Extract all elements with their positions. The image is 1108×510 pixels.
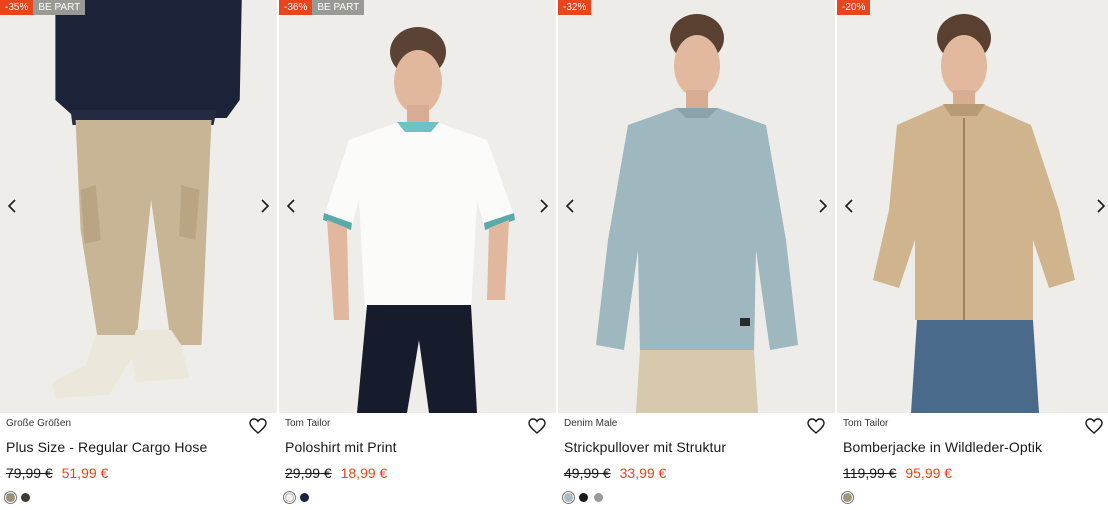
chevron-right-icon[interactable]	[814, 196, 832, 216]
brand-name: Denim Male	[564, 418, 618, 429]
chevron-right-icon[interactable]	[535, 196, 553, 216]
brand-name: Große Größen	[6, 418, 72, 429]
product-info: Denim Male Strickpullover mit Struktur 4…	[558, 413, 835, 510]
product-image[interactable]: -35% BE PART	[0, 0, 277, 413]
brand-name: Tom Tailor	[843, 418, 889, 429]
product-photo	[0, 0, 277, 413]
badge-group: -20%	[837, 0, 871, 15]
heart-icon[interactable]	[528, 418, 546, 434]
chevron-right-icon[interactable]	[1092, 196, 1108, 216]
product-photo	[279, 0, 556, 413]
color-swatches	[283, 491, 550, 504]
color-swatch[interactable]	[579, 493, 588, 502]
badge-group: -35% BE PART	[0, 0, 86, 15]
discount-badge: -36%	[279, 0, 313, 15]
chevron-left-icon[interactable]	[3, 196, 21, 216]
chevron-left-icon[interactable]	[840, 196, 858, 216]
brand-name: Tom Tailor	[285, 418, 331, 429]
color-swatch[interactable]	[562, 491, 575, 504]
color-swatches	[562, 491, 829, 504]
discount-badge: -35%	[0, 0, 34, 15]
product-image[interactable]: -20%	[837, 0, 1108, 413]
color-swatch[interactable]	[594, 493, 603, 502]
color-swatch[interactable]	[283, 491, 296, 504]
sale-price: 95,99 €	[905, 465, 953, 481]
product-name[interactable]: Poloshirt mit Print	[285, 438, 550, 456]
price-row: 79,99 € 51,99 €	[6, 465, 271, 481]
chevron-left-icon[interactable]	[561, 196, 579, 216]
badge-group: -36% BE PART	[279, 0, 365, 15]
old-price: 29,99 €	[285, 465, 332, 481]
product-card[interactable]: -35% BE PART Große Größen Plus Size - Re…	[0, 0, 277, 510]
heart-icon[interactable]	[249, 418, 267, 434]
sale-price: 33,99 €	[619, 465, 667, 481]
heart-icon[interactable]	[1085, 418, 1103, 434]
sale-price: 51,99 €	[61, 465, 109, 481]
price-row: 29,99 € 18,99 €	[285, 465, 550, 481]
product-card[interactable]: -20% Tom Tailor Bomberjacke in Wildleder…	[837, 0, 1108, 510]
color-swatch[interactable]	[841, 491, 854, 504]
product-card[interactable]: -36% BE PART Tom Tailor Poloshirt mit Pr…	[279, 0, 556, 510]
be-part-badge: BE PART	[312, 0, 365, 15]
old-price: 79,99 €	[6, 465, 53, 481]
color-swatches	[841, 491, 1107, 504]
heart-icon[interactable]	[807, 418, 825, 434]
product-name[interactable]: Plus Size - Regular Cargo Hose	[6, 438, 271, 456]
old-price: 119,99 €	[843, 465, 897, 481]
product-name[interactable]: Bomberjacke in Wildleder-Optik	[843, 438, 1107, 456]
color-swatch[interactable]	[4, 491, 17, 504]
product-image[interactable]: -36% BE PART	[279, 0, 556, 413]
be-part-badge: BE PART	[33, 0, 86, 15]
product-info: Tom Tailor Bomberjacke in Wildleder-Opti…	[837, 413, 1108, 510]
product-name[interactable]: Strickpullover mit Struktur	[564, 438, 829, 456]
color-swatch[interactable]	[300, 493, 309, 502]
product-photo	[558, 0, 835, 413]
color-swatches	[4, 491, 271, 504]
product-info: Tom Tailor Poloshirt mit Print 29,99 € 1…	[279, 413, 556, 510]
price-row: 49,99 € 33,99 €	[564, 465, 829, 481]
price-row: 119,99 € 95,99 €	[843, 465, 1107, 481]
badge-group: -32%	[558, 0, 592, 15]
product-image[interactable]: -32%	[558, 0, 835, 413]
chevron-left-icon[interactable]	[282, 196, 300, 216]
discount-badge: -20%	[837, 0, 871, 15]
product-card[interactable]: -32% Denim Male Strickpullover mit Struk…	[558, 0, 835, 510]
product-photo	[837, 0, 1108, 413]
product-info: Große Größen Plus Size - Regular Cargo H…	[0, 413, 277, 510]
sale-price: 18,99 €	[340, 465, 388, 481]
discount-badge: -32%	[558, 0, 592, 15]
chevron-right-icon[interactable]	[256, 196, 274, 216]
color-swatch[interactable]	[21, 493, 30, 502]
product-grid: -35% BE PART Große Größen Plus Size - Re…	[0, 0, 1108, 510]
old-price: 49,99 €	[564, 465, 611, 481]
